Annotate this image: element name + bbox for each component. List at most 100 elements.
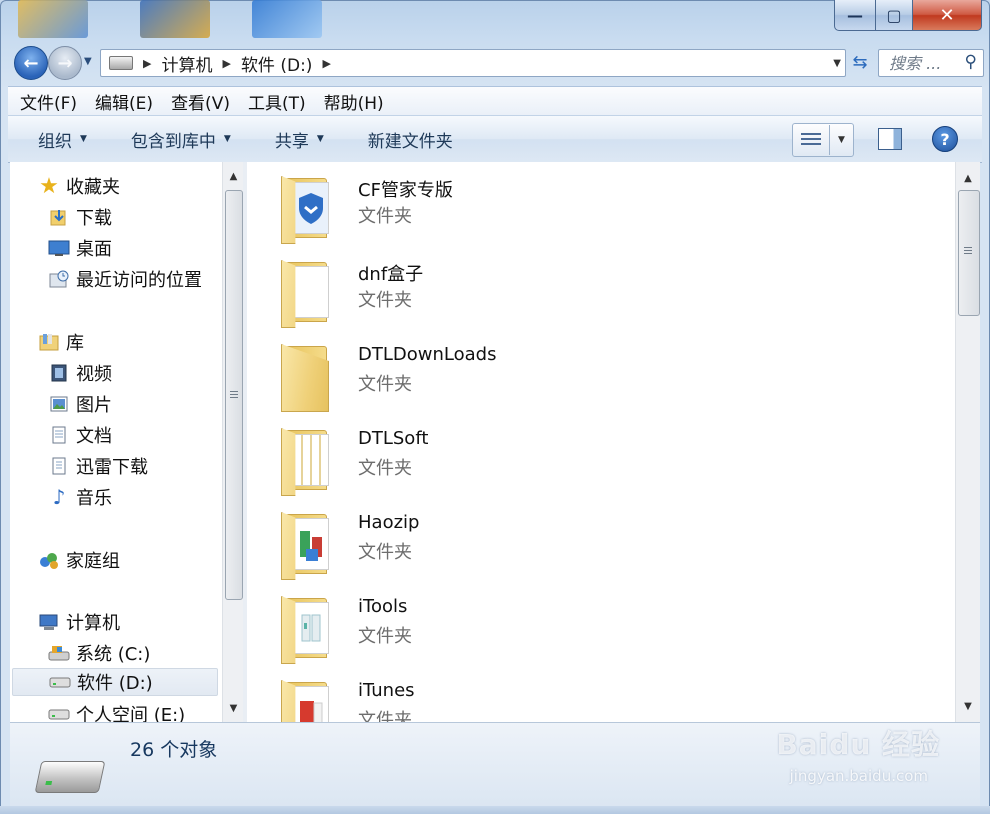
scroll-up-icon[interactable]: ▲: [223, 166, 244, 186]
chevron-down-icon[interactable]: ▼: [830, 135, 853, 145]
scroll-down-icon[interactable]: ▼: [223, 698, 244, 718]
new-folder-button[interactable]: 新建文件夹: [368, 127, 453, 152]
explorer-window: — ▢ ✕ ← → ▼ ▶ 计算机 ▶ 软件 (D:) ▶ ▼ ⇆ ⚲ 文件(F…: [0, 0, 990, 814]
search-input[interactable]: [887, 52, 961, 74]
organize-button[interactable]: 组织 ▼: [38, 127, 87, 152]
homegroup-icon: [38, 550, 60, 570]
refresh-button[interactable]: ⇆: [846, 49, 874, 75]
folder-icon: [281, 338, 341, 412]
tree-item-computer[interactable]: 计算机: [38, 608, 120, 636]
tree-item-label: 库: [66, 333, 84, 354]
title-buttons: — ▢ ✕: [834, 0, 982, 31]
file-type: 文件夹: [358, 542, 412, 563]
chevron-down-icon: ▼: [223, 134, 231, 144]
tree-item-desktop[interactable]: 桌面: [48, 234, 112, 262]
list-item[interactable]: Haozip 文件夹: [281, 498, 881, 580]
list-item[interactable]: DTLSoft 文件夹: [281, 414, 881, 496]
include-in-library-label: 包含到库中: [130, 131, 216, 152]
file-list-scrollbar[interactable]: ▲ ▼: [955, 162, 980, 722]
folder-icon: [281, 590, 341, 664]
tree-item-label: 系统 (C:): [76, 644, 151, 665]
drive-icon: [34, 761, 106, 793]
scrollbar-thumb[interactable]: [225, 190, 243, 600]
scroll-up-icon[interactable]: ▲: [956, 168, 980, 188]
desktop-icon: [48, 238, 70, 258]
drive-icon: [109, 56, 133, 70]
navigation-pane-scrollbar[interactable]: ▲ ▼: [222, 162, 244, 722]
include-in-library-button[interactable]: 包含到库中 ▼: [131, 127, 231, 152]
change-view-button[interactable]: ▼: [792, 123, 854, 157]
tree-item-label: 迅雷下载: [76, 457, 148, 478]
item-count: 26 个对象: [130, 739, 218, 761]
forward-button[interactable]: →: [48, 46, 82, 80]
menu-edit[interactable]: 编辑(E): [89, 89, 159, 114]
tree-item-drive-e[interactable]: 个人空间 (E:): [48, 700, 185, 722]
preview-pane-button[interactable]: [878, 128, 902, 150]
back-button[interactable]: ←: [14, 46, 48, 80]
file-type: 文件夹: [358, 626, 412, 647]
minimize-button[interactable]: —: [834, 0, 876, 31]
address-bar[interactable]: ▶ 计算机 ▶ 软件 (D:) ▶ ▼: [100, 49, 846, 77]
chevron-down-icon: ▼: [80, 134, 87, 144]
address-history-dropdown[interactable]: ▼: [833, 58, 841, 69]
menu-view[interactable]: 查看(V): [165, 89, 236, 114]
tree-item-thunder-downloads[interactable]: 迅雷下载: [48, 452, 148, 480]
list-item[interactable]: CF管家专版 文件夹: [281, 162, 881, 244]
share-button[interactable]: 共享 ▼: [275, 127, 324, 152]
window-bottom-edge: [0, 806, 990, 814]
tree-item-recent-places[interactable]: 最近访问的位置: [48, 265, 202, 293]
list-item[interactable]: DTLDownLoads 文件夹: [281, 330, 881, 412]
tree-item-favorites[interactable]: ★ 收藏夹: [38, 172, 120, 200]
search-icon[interactable]: ⚲: [965, 52, 977, 72]
list-item[interactable]: iTunes 文件夹: [281, 666, 881, 722]
command-bar: 组织 ▼ 包含到库中 ▼ 共享 ▼ 新建文件夹 ▼ ?: [8, 115, 982, 163]
file-name: dnf盒子: [358, 264, 424, 285]
view-details-icon[interactable]: [793, 125, 830, 155]
tree-item-libraries[interactable]: 库: [38, 328, 84, 356]
system-drive-icon: [48, 643, 70, 663]
tree-item-label: 最近访问的位置: [76, 270, 202, 291]
list-item[interactable]: dnf盒子 文件夹: [281, 246, 881, 328]
breadcrumb-drive-d[interactable]: 软件 (D:): [241, 51, 313, 76]
pictures-icon: [48, 394, 70, 414]
menu-help[interactable]: 帮助(H): [318, 89, 390, 114]
tree-item-label: 桌面: [76, 239, 112, 260]
file-list: CF管家专版 文件夹 dnf盒子 文件夹 DTLDownLoads 文件夹 DT…: [247, 162, 955, 722]
tree-item-videos[interactable]: 视频: [48, 359, 112, 387]
breadcrumb-separator-icon[interactable]: ▶: [222, 57, 230, 70]
tree-item-documents[interactable]: 文档: [48, 421, 112, 449]
menu-file[interactable]: 文件(F): [14, 89, 83, 114]
list-item[interactable]: iTools 文件夹: [281, 582, 881, 664]
file-name: CF管家专版: [358, 180, 453, 201]
details-pane: 26 个对象 Baidu 经验 jingyan.baidu.com: [10, 722, 980, 807]
documents-icon: [48, 425, 70, 445]
recent-pages-dropdown[interactable]: ▼: [84, 56, 92, 67]
file-name: Haozip: [358, 512, 420, 533]
tree-item-label: 家庭组: [66, 551, 120, 572]
folder-icon: [281, 674, 341, 722]
scroll-down-icon[interactable]: ▼: [956, 696, 980, 716]
tree-item-music[interactable]: ♪ 音乐: [48, 483, 112, 511]
tree-item-drive-c[interactable]: 系统 (C:): [48, 639, 150, 667]
help-button[interactable]: ?: [932, 126, 958, 152]
video-icon: [48, 363, 70, 383]
breadcrumb-computer[interactable]: 计算机: [161, 51, 212, 76]
close-button[interactable]: ✕: [913, 0, 982, 31]
recent-places-icon: [48, 269, 70, 289]
breadcrumb-separator-icon[interactable]: ▶: [322, 57, 330, 70]
star-icon: ★: [39, 173, 59, 199]
new-folder-label: 新建文件夹: [367, 131, 453, 152]
tree-item-homegroup[interactable]: 家庭组: [38, 546, 120, 574]
computer-icon: [38, 612, 60, 632]
tree-item-downloads[interactable]: 下载: [48, 203, 112, 231]
menu-tools[interactable]: 工具(T): [242, 89, 312, 114]
search-box[interactable]: ⚲: [878, 49, 984, 77]
tree-item-pictures[interactable]: 图片: [48, 390, 112, 418]
tree-item-label: 图片: [76, 395, 112, 416]
desktop-background-icon: [18, 0, 88, 38]
maximize-button[interactable]: ▢: [876, 0, 913, 31]
tree-item-drive-d[interactable]: 软件 (D:): [12, 668, 218, 696]
breadcrumb-separator-icon[interactable]: ▶: [143, 57, 151, 70]
refresh-icon: ⇆: [852, 51, 868, 73]
scrollbar-thumb[interactable]: [958, 190, 980, 316]
